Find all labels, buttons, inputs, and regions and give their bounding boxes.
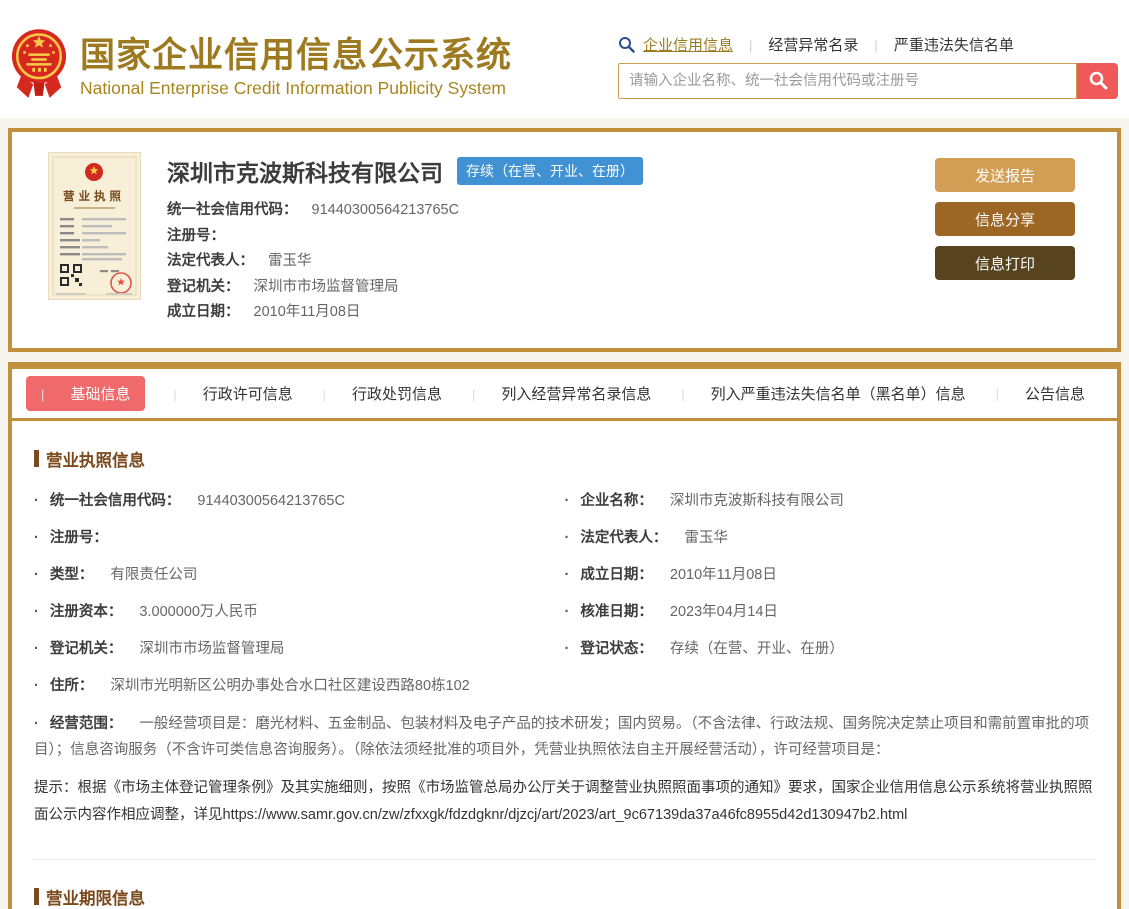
site-title-cn: 国家企业信用信息公示系统 [80,36,512,76]
company-summary-field: 登记机关： 深圳市市场监督管理局 [167,279,935,296]
license-field: 登记机关： 深圳市市场监督管理局 [34,636,565,662]
field-label: 类型： [50,567,94,583]
basic-info-panel: 营业执照信息 统一社会信用代码： 91440300564213765C 注册号： [12,421,1117,909]
action-button[interactable]: 发送报告 [935,158,1075,192]
tab[interactable]: 列入严重违法失信名单（黑名单）信息 [679,376,967,411]
license-field: 注册号： [34,525,565,551]
field-label: 企业名称： [580,493,653,509]
search-category-link[interactable]: 严重违法失信名单 [858,34,1013,55]
action-button[interactable]: 信息分享 [935,202,1075,236]
license-field-full: 经营范围： 一般经营项目是：磨光材料、五金制品、包装材料及电子产品的技术研发；国… [34,711,1095,763]
tab[interactable]: 基础信息 [26,376,145,411]
business-license-thumbnail[interactable]: 营业执照 [48,152,141,300]
field-label: 成立日期： [580,567,653,583]
field-label: 登记机关： [50,641,123,657]
field-value: 存续（在营、开业、在册） [670,641,844,657]
field-value: 91440300564213765C [197,493,345,509]
field-value: 2023年04月14日 [670,604,778,620]
field-label: 成立日期： [167,304,240,321]
site-title-en: National Enterprise Credit Information P… [80,77,512,99]
field-label: 登记状态： [580,641,653,657]
field-value: 深圳市克波斯科技有限公司 [670,493,844,509]
tab-bar: 基础信息 行政许可信息 行政处罚信息 列入经营异常名录信息 列入严重违法失信名单… [12,369,1117,421]
field-label: 经营范围： [50,716,123,732]
field-label: 登记机关： [167,279,240,296]
license-field: 法定代表人： 雷玉华 [565,525,1096,551]
field-value: 深圳市市场监督管理局 [139,641,284,657]
license-field: 成立日期： 2010年11月08日 [565,562,1096,588]
search-icon [618,36,635,53]
detail-card: 基础信息 行政许可信息 行政处罚信息 列入经营异常名录信息 列入严重违法失信名单… [8,362,1121,909]
license-field: 企业名称： 深圳市克波斯科技有限公司 [565,488,1096,514]
tab[interactable]: 行政许可信息 [171,376,294,411]
field-value: 一般经营项目是：磨光材料、五金制品、包装材料及电子产品的技术研发；国内贸易。（不… [34,716,1089,758]
field-value: 2010年11月08日 [254,304,361,321]
field-label: 核准日期： [580,604,653,620]
tab[interactable]: 列入经营异常名录信息 [470,376,653,411]
search-category-link[interactable]: 经营异常名录 [733,34,858,55]
field-label: 法定代表人： [580,530,667,546]
company-name: 深圳市克波斯科技有限公司 [167,154,443,188]
license-field: 类型： 有限责任公司 [34,562,565,588]
field-value: 雷玉华 [684,530,728,546]
field-value: 2010年11月08日 [670,567,777,583]
company-summary-card: 营业执照 深圳市克波斯科技有限公 [8,128,1121,352]
section-title-bar-icon [34,888,39,905]
search-category-link[interactable]: 企业信用信息 [643,34,733,55]
company-info: 深圳市克波斯科技有限公司 存续（在营、开业、在册） 统一社会信用代码： 9144… [167,152,935,330]
header-search-area: 企业信用信息 经营异常名录 严重违法失信名单 [618,34,1118,99]
license-section-title: 营业执照信息 [34,447,1095,471]
license-field: 注册资本： 3.000000万人民币 [34,599,565,625]
field-value: 深圳市市场监督管理局 [254,279,399,296]
search-button-icon [1088,70,1108,93]
site-brand: 国家企业信用信息公示系统 National Enterprise Credit … [10,26,512,109]
action-button[interactable]: 信息打印 [935,246,1075,280]
search-category-nav: 企业信用信息 经营异常名录 严重违法失信名单 [618,34,1118,54]
field-label: 注册号： [167,228,225,245]
tab[interactable]: 行政处罚信息 [321,376,444,411]
field-value: 91440300564213765C [312,202,460,219]
license-field: 登记状态： 存续（在营、开业、在册） [565,636,1096,662]
company-summary-field: 注册号： [167,228,935,245]
license-adjustment-notice: 提示：根据《市场主体登记管理条例》及其实施细则，按照《市场监管总局办公厅关于调整… [34,775,1095,829]
field-label: 统一社会信用代码： [167,202,298,219]
field-label: 法定代表人： [167,253,254,270]
search-button[interactable] [1077,63,1118,99]
national-emblem-logo [10,26,68,109]
field-label: 注册资本： [50,604,123,620]
license-field-full: 住所： 深圳市光明新区公明办事处合水口社区建设西路80栋102 [34,673,1095,699]
period-section-title: 营业期限信息 [34,885,1095,909]
field-label: 住所： [50,678,94,694]
field-value: 3.000000万人民币 [139,604,257,620]
license-field: 统一社会信用代码： 91440300564213765C [34,488,565,514]
license-field: 核准日期： 2023年04月14日 [565,599,1096,625]
section-title-bar-icon [34,450,39,467]
status-badge: 存续（在营、开业、在册） [457,157,643,185]
tab[interactable]: 公告信息 [994,376,1087,411]
search-input[interactable] [618,63,1077,99]
field-value: 有限责任公司 [110,567,197,583]
field-value: 雷玉华 [268,253,312,270]
field-label: 统一社会信用代码： [50,493,181,509]
site-header: 国家企业信用信息公示系统 National Enterprise Credit … [0,0,1129,118]
company-summary-field: 法定代表人： 雷玉华 [167,253,935,270]
svg-text:营业执照: 营业执照 [63,189,125,203]
field-value: 深圳市光明新区公明办事处合水口社区建设西路80栋102 [110,678,469,694]
company-summary-field: 成立日期： 2010年11月08日 [167,304,935,321]
company-summary-field: 统一社会信用代码： 91440300564213765C [167,202,935,219]
section-divider [34,859,1095,860]
field-label: 注册号： [50,530,108,546]
